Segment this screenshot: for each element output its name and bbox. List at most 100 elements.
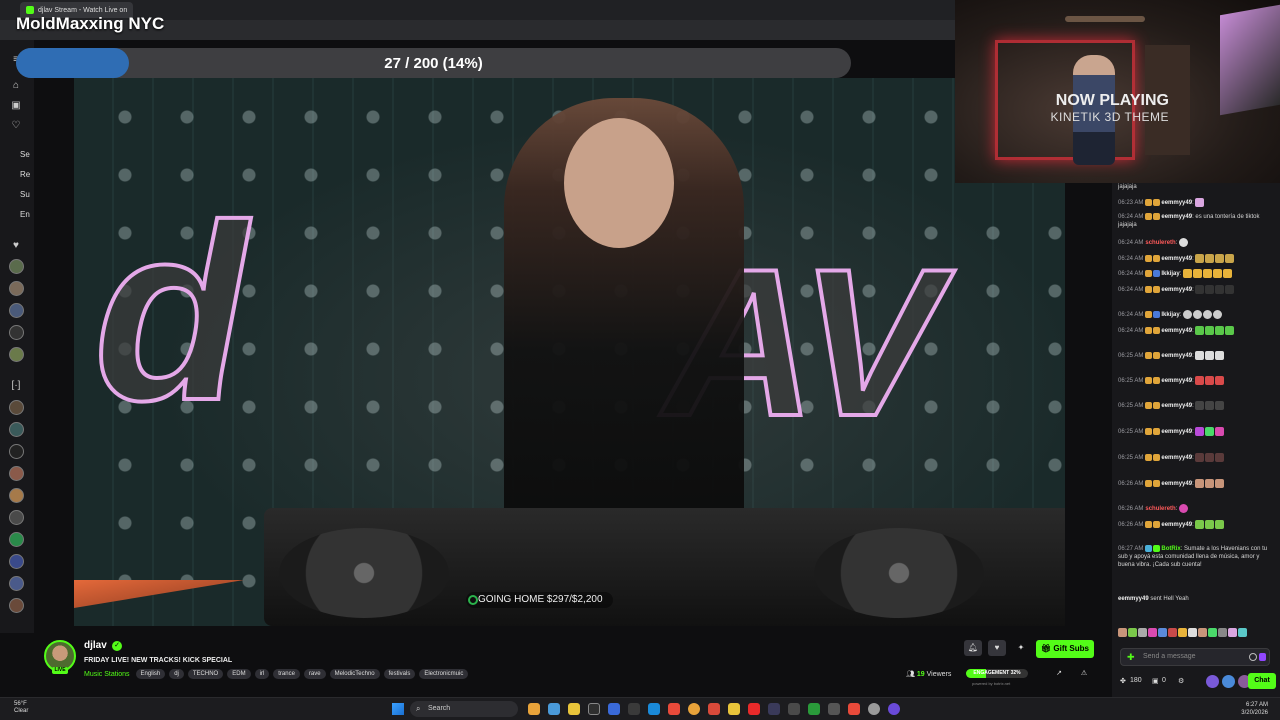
recommended-channel-avatar[interactable] [9, 466, 24, 481]
taskbar-app-icon[interactable] [668, 703, 680, 715]
taskbar-search[interactable]: ⌕ Search [410, 701, 518, 717]
taskbar-search-placeholder: Search [428, 705, 451, 712]
goal-ring-icon [468, 595, 478, 605]
sidebar-label-3[interactable]: Su [20, 190, 30, 199]
tag-pill[interactable]: Electronicmuic [419, 669, 469, 679]
video-player[interactable]: d AV [74, 78, 1065, 626]
steam-icon[interactable] [768, 703, 780, 715]
amazon-icon[interactable] [588, 703, 600, 715]
windows-start-icon[interactable] [392, 703, 404, 715]
tag-pill[interactable]: MelodicTechno [329, 669, 380, 679]
recommended-channel-avatar[interactable] [9, 488, 24, 503]
report-warning-icon[interactable]: ⚠ [1075, 666, 1093, 682]
tag-pill[interactable]: festivals [383, 669, 416, 679]
recommended-channel-avatar[interactable] [9, 510, 24, 525]
tag-pill[interactable]: trance [273, 669, 300, 679]
recommended-channel-avatar[interactable] [9, 554, 24, 569]
taskbar-app-icon[interactable] [788, 703, 800, 715]
user-avatar-1[interactable] [1206, 675, 1219, 688]
kick-favicon-icon [26, 6, 34, 14]
tag-pill[interactable]: rave [303, 669, 326, 679]
category-link[interactable]: Music Stations [84, 671, 130, 678]
emote-icon [1179, 238, 1189, 247]
chat-message: 06:27 AM BotRix: Sumate a los Havenians c… [1118, 545, 1268, 569]
tag-pill[interactable]: EDM [227, 669, 251, 679]
chat-message-input[interactable]: ✚ Send a message [1120, 648, 1270, 666]
followed-channel-avatar[interactable] [9, 281, 24, 296]
recommended-channel-avatar[interactable] [9, 444, 24, 459]
gift-count-icon[interactable]: ▣ [1152, 677, 1159, 685]
recommended-channel-avatar[interactable] [9, 532, 24, 547]
chat-settings-gear-icon[interactable]: ⚙ [1178, 677, 1184, 685]
kick-emotes-icon[interactable] [1259, 653, 1266, 661]
recommended-channel-avatar[interactable] [9, 576, 24, 591]
edge-browser-icon[interactable] [648, 703, 660, 715]
channel-info-bar: LIVE djlav ✓ FRIDAY LIVE! NEW TRACKS! KI… [34, 633, 1112, 695]
now-playing-heading: NOW PLAYING [1055, 92, 1169, 109]
chat-message: 06:24 AM eemmyy49: [1118, 285, 1276, 294]
chat-message: jajajaja [1118, 184, 1137, 190]
emote-picker-row[interactable] [1118, 628, 1276, 637]
taskbar-app-icon[interactable] [828, 703, 840, 715]
sidebar-label-2[interactable]: Re [20, 170, 30, 179]
sidebar-label-1[interactable]: Se [20, 150, 30, 159]
taskbar-app-icon[interactable] [708, 703, 720, 715]
screen: djlav Stream - Watch Live on MoldMaxxing… [0, 0, 1280, 720]
file-explorer-icon[interactable] [568, 703, 580, 715]
browse-icon[interactable]: ▣ [10, 100, 22, 112]
stream-tags: Music Stations English dj TECHNO EDM irl… [84, 669, 469, 679]
followed-channel-avatar[interactable] [9, 259, 24, 274]
add-attachment-icon[interactable]: ✚ [1127, 652, 1135, 662]
verified-check-icon: ✓ [112, 641, 122, 651]
viewer-count: 👥︎ 19 Viewers [906, 671, 952, 678]
recommended-channel-avatar[interactable] [9, 400, 24, 415]
weather-description: Clear [14, 708, 29, 714]
followed-channel-avatar[interactable] [9, 303, 24, 318]
taskbar-app-icon[interactable] [888, 703, 900, 715]
chrome-browser-icon[interactable] [688, 703, 700, 715]
home-icon[interactable]: ⌂ [10, 80, 22, 92]
donation-goal-text: GOING HOME $297/$2,200 [478, 594, 603, 605]
left-jog-wheel [279, 528, 449, 618]
notification-bell-button[interactable]: 🔔︎ [964, 640, 982, 656]
followed-channel-avatar[interactable] [9, 347, 24, 362]
recommended-channel-avatar[interactable] [9, 422, 24, 437]
youtube-icon[interactable] [748, 703, 760, 715]
channel-name[interactable]: djlav [84, 640, 107, 651]
emoji-picker-icon[interactable] [1249, 653, 1257, 661]
dj-face [564, 118, 674, 248]
stream-overlay-title: MoldMaxxing NYC [16, 14, 165, 33]
taskbar-app-icon[interactable] [608, 703, 620, 715]
now-playing-theme: KINETIK 3D THEME [1050, 110, 1169, 124]
taskbar-app-icon[interactable] [848, 703, 860, 715]
taskbar-app-icon[interactable] [628, 703, 640, 715]
taskbar-app-icon[interactable] [548, 703, 560, 715]
user-avatar-2[interactable] [1222, 675, 1235, 688]
xbox-icon[interactable] [808, 703, 820, 715]
pin-icon[interactable]: ✦ [1012, 640, 1030, 656]
share-icon[interactable]: ↗ [1050, 666, 1068, 682]
gift-subs-button[interactable]: 🎁︎ Gift Subs [1036, 640, 1094, 658]
weather-temperature: 56°F [14, 701, 27, 707]
windows-taskbar: 56°F Clear ⌕ Search 6:27 AM 3/20/2026 [0, 697, 1280, 720]
recommended-channel-avatar[interactable] [9, 598, 24, 613]
channel-points-icon[interactable]: ✤ [1120, 677, 1126, 685]
chat-message: 06:25 AM eemmyy49: [1118, 351, 1276, 360]
chat-footer: ✤ 180 ▣ 0 ⚙ Chat [1120, 673, 1276, 691]
chat-message: 06:26 AM eemmyy49: [1118, 479, 1276, 488]
obs-studio-icon[interactable] [868, 703, 880, 715]
tag-pill[interactable]: TECHNO [187, 669, 224, 679]
sidebar-label-4[interactable]: En [20, 210, 30, 219]
following-heart-icon[interactable]: ♡ [10, 120, 22, 132]
engagement-meter: ENGAGEMENT 32% [966, 669, 1028, 678]
taskbar-app-icon[interactable] [528, 703, 540, 715]
tag-pill[interactable]: irl [254, 669, 270, 679]
send-chat-button[interactable]: Chat [1248, 673, 1276, 689]
tag-pill[interactable]: English [135, 669, 166, 679]
follow-heart-button[interactable]: ♥ [988, 640, 1006, 656]
followed-channel-avatar[interactable] [9, 325, 24, 340]
tag-pill[interactable]: dj [169, 669, 184, 679]
weather-widget[interactable]: 56°F Clear [14, 701, 28, 715]
taskbar-clock[interactable]: 6:27 AM 3/20/2026 [1241, 701, 1268, 717]
taskbar-app-icon[interactable] [728, 703, 740, 715]
